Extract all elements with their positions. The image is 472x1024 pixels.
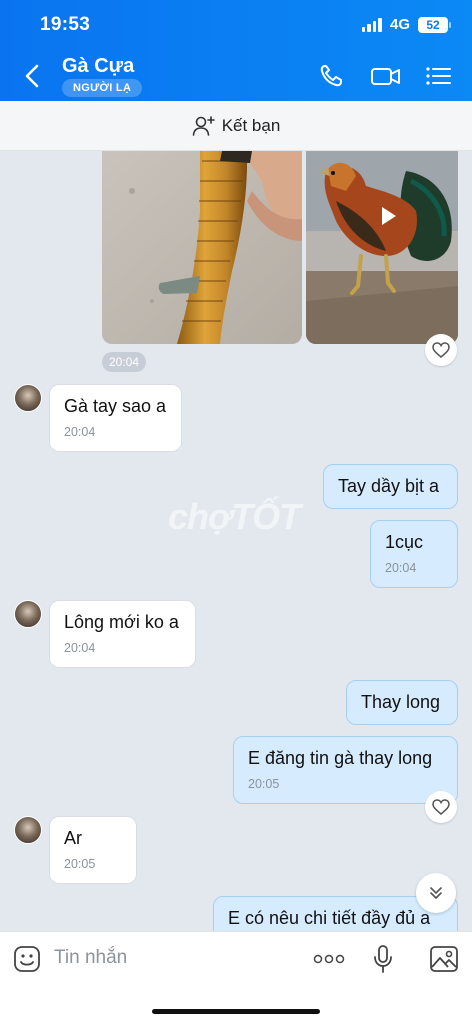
avatar[interactable] — [14, 600, 42, 628]
message-time: 20:05 — [248, 777, 280, 792]
message-text: Thay long — [361, 692, 441, 712]
chat-header: 19:53 4G 52 Gà Cựa NGƯỜI LẠ — [0, 0, 472, 101]
chat-area[interactable]: 20:04 Gà tay sao a 20:04 Tay dầy bịt a 1… — [0, 151, 472, 931]
battery-icon: 52 — [418, 16, 451, 33]
message-text: Ar — [64, 828, 82, 848]
menu-list-icon[interactable] — [424, 62, 454, 90]
message-bubble-incoming[interactable]: Gà tay sao a 20:04 — [49, 384, 182, 452]
stranger-badge: NGƯỜI LẠ — [62, 79, 143, 97]
microphone-icon[interactable] — [372, 944, 394, 974]
status-indicators: 4G 52 — [361, 16, 451, 33]
message-time: 20:04 — [64, 425, 96, 440]
avatar[interactable] — [14, 816, 42, 844]
message-bubble-outgoing[interactable]: E đăng tin gà thay long 20:05 — [233, 736, 458, 804]
add-friend-button[interactable]: Kết bạn — [0, 101, 472, 151]
chotot-watermark: chợTỐT — [168, 496, 301, 537]
video-rooster-thumbnail[interactable] — [306, 151, 458, 344]
back-icon[interactable] — [20, 62, 46, 90]
avatar[interactable] — [14, 384, 42, 412]
emoji-icon[interactable] — [13, 945, 41, 973]
message-text: E có nêu chi tiết đầy đủ a — [228, 908, 431, 928]
heart-icon — [432, 799, 450, 815]
message-time: 20:04 — [64, 641, 96, 656]
scroll-to-bottom-button[interactable] — [416, 873, 456, 913]
message-text: 1cục — [385, 532, 424, 552]
message-input[interactable]: Tin nhắn — [54, 947, 127, 969]
message-bubble-outgoing[interactable]: Thay long — [346, 680, 458, 726]
phone-icon[interactable] — [317, 62, 347, 90]
message-text: Gà tay sao a — [64, 396, 167, 416]
image-icon[interactable] — [429, 945, 459, 973]
heart-icon — [432, 342, 450, 358]
react-heart-button[interactable] — [425, 791, 457, 823]
media-timestamp: 20:04 — [102, 352, 147, 372]
add-friend-label: Kết bạn — [221, 115, 281, 135]
react-heart-button[interactable] — [425, 334, 457, 366]
message-bubble-incoming[interactable]: Lông mới ko a 20:04 — [49, 600, 196, 668]
more-icon[interactable] — [313, 954, 345, 964]
message-time: 20:05 — [64, 857, 96, 872]
home-indicator — [152, 1009, 320, 1014]
message-time: 20:04 — [385, 561, 417, 576]
message-bubble-outgoing[interactable]: 1cục 20:04 — [370, 520, 458, 588]
message-text: Tay dầy bịt a — [338, 476, 440, 496]
message-text: E đăng tin gà thay long — [248, 748, 433, 768]
double-chevron-down-icon — [430, 887, 442, 899]
video-call-icon[interactable] — [370, 62, 402, 90]
message-bubble-incoming[interactable]: Ar 20:05 — [49, 816, 137, 884]
message-text: Lông mới ko a — [64, 612, 179, 632]
add-friend-icon — [192, 115, 215, 136]
photo-rooster-leg[interactable] — [102, 151, 302, 344]
network-type: 4G — [389, 16, 410, 33]
message-bubble-outgoing[interactable]: Tay dầy bịt a — [323, 464, 458, 510]
contact-name[interactable]: Gà Cựa — [62, 55, 134, 78]
signal-icon — [361, 17, 382, 32]
status-time: 19:53 — [40, 14, 91, 35]
